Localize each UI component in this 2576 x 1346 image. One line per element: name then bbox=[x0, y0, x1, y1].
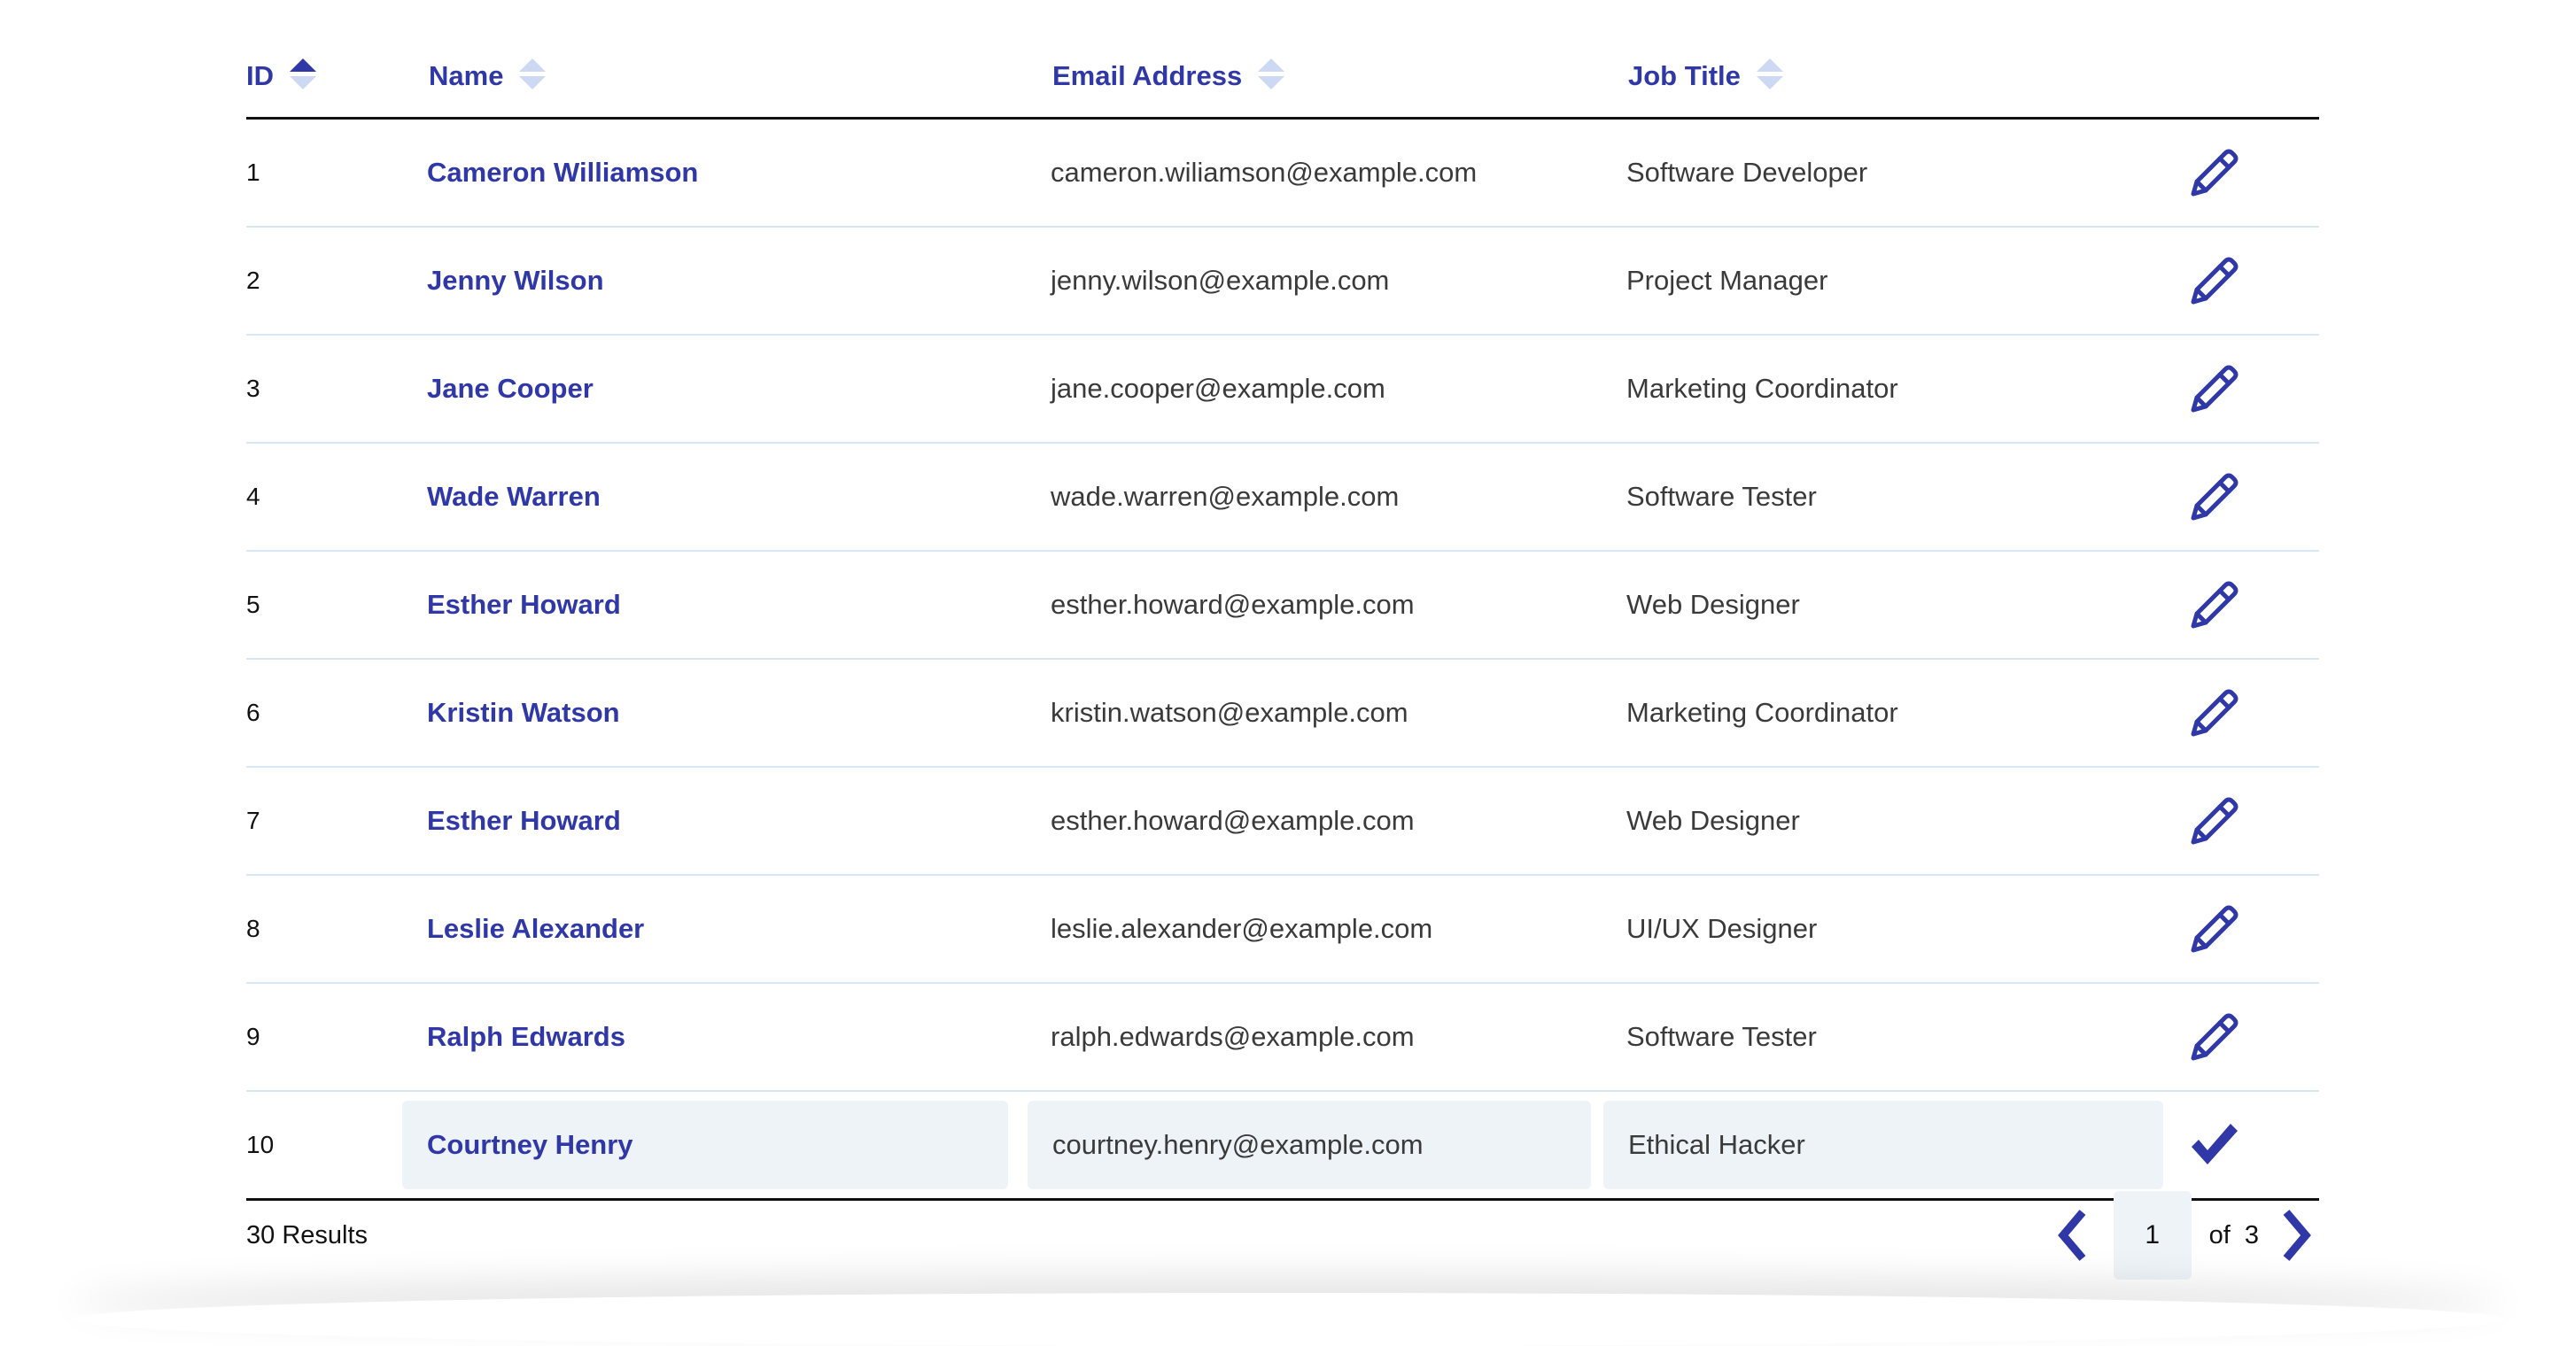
of-label: of bbox=[2208, 1220, 2231, 1249]
name-edit-value: Courtney Henry bbox=[427, 1129, 633, 1160]
table-row: 2 Jenny Wilson jenny.wilson@example.com … bbox=[246, 228, 2319, 336]
cell-email: jane.cooper@example.com bbox=[1051, 373, 1385, 404]
cell-id: 10 bbox=[246, 1131, 275, 1158]
sort-arrows-icon[interactable] bbox=[1756, 58, 1783, 94]
cell-email: ralph.edwards@example.com bbox=[1051, 1021, 1415, 1052]
cell-id: 4 bbox=[246, 483, 260, 510]
cell-name[interactable]: Wade Warren bbox=[427, 444, 601, 550]
table-row: 6 Kristin Watson kristin.watson@example.… bbox=[246, 660, 2319, 768]
cell-email: kristin.watson@example.com bbox=[1051, 697, 1408, 728]
pencil-icon[interactable] bbox=[2186, 576, 2243, 633]
column-header-email-label: Email Address bbox=[1052, 60, 1243, 91]
cell-job-title: Marketing Coordinator bbox=[1626, 697, 1898, 728]
cell-name[interactable]: Kristin Watson bbox=[427, 660, 620, 766]
cell-name[interactable]: Leslie Alexander bbox=[427, 876, 644, 982]
cell-name[interactable]: Jane Cooper bbox=[427, 336, 594, 442]
pencil-icon[interactable] bbox=[2186, 1009, 2243, 1065]
users-table: ID Name Email Address Job Title 1 Camero… bbox=[246, 35, 2319, 1201]
cell-job-title: Project Manager bbox=[1626, 265, 1828, 296]
cell-id: 8 bbox=[246, 915, 260, 942]
cell-name[interactable]: Esther Howard bbox=[427, 552, 621, 658]
cell-job-title: Marketing Coordinator bbox=[1626, 373, 1898, 404]
job-title-edit-field[interactable]: Ethical Hacker bbox=[1603, 1101, 2163, 1189]
cell-job-title: Software Tester bbox=[1626, 481, 1817, 512]
bottom-shadow bbox=[71, 1293, 2505, 1346]
cell-id: 9 bbox=[246, 1023, 260, 1050]
sort-arrows-icon[interactable] bbox=[1258, 58, 1285, 94]
sort-arrows-icon[interactable] bbox=[519, 58, 547, 94]
table-row-editing: 10 Courtney Henry courtney.henry@example… bbox=[246, 1092, 2319, 1201]
pencil-icon[interactable] bbox=[2186, 793, 2243, 849]
cell-id: 2 bbox=[246, 267, 260, 294]
cell-email: esther.howard@example.com bbox=[1051, 805, 1415, 836]
table-row: 3 Jane Cooper jane.cooper@example.com Ma… bbox=[246, 336, 2319, 444]
table-footer: 30 Results 1 of 3 bbox=[246, 1191, 2319, 1280]
chevron-left-icon[interactable] bbox=[2050, 1204, 2094, 1266]
results-count: 30 Results bbox=[246, 1220, 369, 1249]
pencil-icon[interactable] bbox=[2186, 468, 2243, 525]
cell-email: leslie.alexander@example.com bbox=[1051, 913, 1433, 944]
cell-name[interactable]: Esther Howard bbox=[427, 768, 621, 874]
cell-email: cameron.wiliamson@example.com bbox=[1051, 157, 1478, 188]
cell-job-title: Software Tester bbox=[1626, 1021, 1817, 1052]
email-edit-value: courtney.henry@example.com bbox=[1052, 1129, 1424, 1160]
cell-job-title: Software Developer bbox=[1626, 157, 1868, 188]
column-header-id-label: ID bbox=[246, 60, 274, 91]
cell-name[interactable]: Ralph Edwards bbox=[427, 984, 625, 1090]
job-title-edit-value: Ethical Hacker bbox=[1628, 1129, 1805, 1160]
name-edit-field[interactable]: Courtney Henry bbox=[402, 1101, 1008, 1189]
table-row: 4 Wade Warren wade.warren@example.com So… bbox=[246, 444, 2319, 552]
pagination: 1 of 3 bbox=[2050, 1191, 2319, 1280]
page-number-input[interactable]: 1 bbox=[2113, 1191, 2192, 1280]
sort-arrows-icon[interactable] bbox=[290, 58, 316, 94]
chevron-right-icon[interactable] bbox=[2275, 1204, 2319, 1266]
pencil-icon[interactable] bbox=[2186, 685, 2243, 741]
cell-email: jenny.wilson@example.com bbox=[1051, 265, 1390, 296]
cell-name[interactable]: Cameron Williamson bbox=[427, 120, 698, 226]
cell-id: 6 bbox=[246, 699, 260, 726]
cell-name[interactable]: Jenny Wilson bbox=[427, 228, 604, 334]
pencil-icon[interactable] bbox=[2186, 901, 2243, 957]
table-header: ID Name Email Address Job Title bbox=[246, 35, 2319, 120]
pencil-icon[interactable] bbox=[2186, 360, 2243, 417]
table-row: 5 Esther Howard esther.howard@example.co… bbox=[246, 552, 2319, 660]
column-header-name-label: Name bbox=[429, 60, 504, 91]
column-header-email[interactable]: Email Address bbox=[1052, 35, 1285, 117]
cell-id: 5 bbox=[246, 591, 260, 618]
cell-id: 1 bbox=[246, 159, 260, 186]
column-header-name[interactable]: Name bbox=[429, 35, 547, 117]
email-edit-field[interactable]: courtney.henry@example.com bbox=[1028, 1101, 1591, 1189]
cell-email: esther.howard@example.com bbox=[1051, 589, 1415, 620]
cell-job-title: Web Designer bbox=[1626, 589, 1800, 620]
total-pages: 3 bbox=[2244, 1220, 2259, 1249]
cell-id: 7 bbox=[246, 807, 260, 834]
table-row: 1 Cameron Williamson cameron.wiliamson@e… bbox=[246, 120, 2319, 228]
column-header-id[interactable]: ID bbox=[246, 35, 316, 117]
cell-job-title: UI/UX Designer bbox=[1626, 913, 1818, 944]
pencil-icon[interactable] bbox=[2186, 144, 2243, 201]
pencil-icon[interactable] bbox=[2186, 252, 2243, 309]
check-icon[interactable] bbox=[2186, 1117, 2243, 1173]
cell-job-title: Web Designer bbox=[1626, 805, 1800, 836]
cell-email: wade.warren@example.com bbox=[1051, 481, 1400, 512]
column-header-job-title-label: Job Title bbox=[1628, 60, 1741, 91]
table-row: 9 Ralph Edwards ralph.edwards@example.co… bbox=[246, 984, 2319, 1092]
table-row: 8 Leslie Alexander leslie.alexander@exam… bbox=[246, 876, 2319, 984]
cell-id: 3 bbox=[246, 375, 260, 402]
table-row: 7 Esther Howard esther.howard@example.co… bbox=[246, 768, 2319, 876]
column-header-job-title[interactable]: Job Title bbox=[1628, 35, 1783, 117]
